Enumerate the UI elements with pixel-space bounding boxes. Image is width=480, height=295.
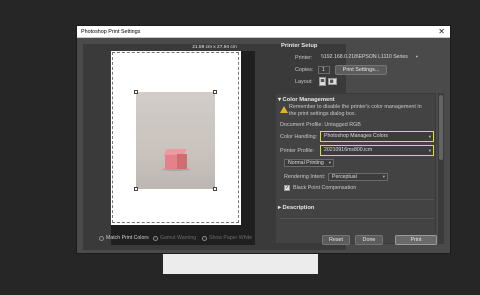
gamut-warning-option[interactable]: Gamut Warning bbox=[153, 234, 196, 242]
chevron-down-icon: ▾ bbox=[382, 174, 385, 179]
preview-canvas bbox=[111, 51, 255, 245]
print-settings-dialog: Photoshop Print Settings ✕ 21.59 cm x 27… bbox=[76, 25, 451, 254]
portrait-layout-icon[interactable] bbox=[319, 77, 326, 86]
warning-icon bbox=[280, 106, 288, 113]
photo-box-side bbox=[177, 154, 187, 169]
normal-printing-value: Normal Printing bbox=[288, 160, 324, 166]
printer-label: Printer: bbox=[295, 55, 313, 61]
color-management-panel: ▾ Color Management Remember to disable t… bbox=[275, 93, 436, 244]
copies-input[interactable]: 1 bbox=[318, 66, 330, 74]
printer-profile-select[interactable]: 20210916ms800.icm ▾ bbox=[320, 145, 434, 156]
color-management-title[interactable]: ▾ Color Management bbox=[278, 97, 335, 103]
section-divider bbox=[280, 199, 434, 200]
paper-preview bbox=[111, 51, 241, 225]
landscape-layout-icon[interactable] bbox=[328, 78, 337, 85]
chevron-down-icon: ▾ bbox=[415, 54, 418, 59]
resize-handle-bottom-left[interactable] bbox=[134, 187, 138, 191]
printer-profile-value: 20210916ms800.icm bbox=[324, 147, 373, 153]
document-profile-label: Document Profile: bbox=[280, 122, 323, 128]
document-profile-value: Untagged RGB bbox=[324, 122, 361, 128]
normal-printing-select[interactable]: Normal Printing ▾ bbox=[284, 159, 334, 167]
settings-panel: Printer Setup Printer: \\192.168.0.218\E… bbox=[275, 38, 447, 253]
resize-handle-top-left[interactable] bbox=[134, 90, 138, 94]
description-section-title[interactable]: ▸ Description bbox=[278, 205, 314, 211]
match-print-colors-option[interactable]: Match Print Colors bbox=[99, 234, 149, 242]
background-document-page bbox=[163, 252, 318, 274]
print-button[interactable]: Print bbox=[395, 235, 437, 245]
gamut-warning-radio[interactable] bbox=[153, 235, 158, 241]
color-management-note: Remember to disable the printer's color … bbox=[289, 104, 422, 117]
match-print-colors-radio[interactable] bbox=[99, 235, 104, 241]
resize-handle-bottom-right[interactable] bbox=[213, 187, 217, 191]
settings-scrollbar[interactable] bbox=[438, 93, 444, 244]
color-handling-value: Photoshop Manages Colors bbox=[324, 133, 389, 139]
image-preview[interactable] bbox=[136, 92, 215, 189]
description-title-text: Description bbox=[282, 205, 315, 211]
copies-label: Copies: bbox=[295, 67, 314, 73]
show-paper-white-option[interactable]: Show Paper White bbox=[202, 234, 252, 242]
printer-select[interactable]: \\192.168.0.218\EPSON L1110 Series ▾ bbox=[318, 54, 420, 62]
document-profile: Document Profile: Untagged RGB bbox=[280, 122, 361, 128]
printer-profile-label: Printer Profile: bbox=[280, 148, 315, 154]
show-paper-white-radio[interactable] bbox=[202, 235, 207, 241]
title-bar: Photoshop Print Settings ✕ bbox=[77, 26, 450, 38]
photo-box-front bbox=[165, 155, 177, 169]
print-settings-button[interactable]: Print Settings... bbox=[335, 65, 387, 75]
resize-handle-top-right[interactable] bbox=[213, 90, 217, 94]
color-management-title-text: Color Management bbox=[282, 97, 335, 103]
chevron-down-icon: ▾ bbox=[428, 134, 431, 139]
rendering-intent-select[interactable]: Perceptual ▾ bbox=[328, 173, 388, 181]
show-paper-white-label: Show Paper White bbox=[209, 235, 252, 241]
black-point-compensation-checkbox[interactable]: ✓ bbox=[284, 185, 290, 191]
printer-value: \\192.168.0.218\EPSON L1110 Series bbox=[321, 54, 408, 60]
color-handling-label: Color Handling: bbox=[280, 134, 318, 140]
done-button[interactable]: Done bbox=[355, 235, 383, 245]
scrollbar-thumb[interactable] bbox=[439, 95, 443, 160]
layout-icons bbox=[319, 77, 337, 86]
chevron-down-icon: ▾ bbox=[428, 148, 431, 153]
chevron-down-icon: ▾ bbox=[328, 160, 331, 165]
black-point-compensation-label: Black Point Compensation bbox=[293, 185, 357, 191]
reset-button[interactable]: Reset bbox=[322, 235, 350, 245]
rendering-intent-value: Perceptual bbox=[332, 174, 357, 180]
printer-setup-title: Printer Setup bbox=[281, 43, 318, 49]
gamut-warning-label: Gamut Warning bbox=[160, 235, 197, 241]
section-divider bbox=[280, 218, 434, 219]
close-icon[interactable]: ✕ bbox=[438, 27, 445, 36]
color-handling-select[interactable]: Photoshop Manages Colors ▾ bbox=[320, 131, 434, 142]
match-print-colors-label: Match Print Colors bbox=[106, 235, 149, 241]
layout-label: Layout: bbox=[295, 79, 313, 85]
rendering-intent-label: Rendering Intent: bbox=[284, 174, 326, 180]
window-title: Photoshop Print Settings bbox=[81, 29, 141, 35]
